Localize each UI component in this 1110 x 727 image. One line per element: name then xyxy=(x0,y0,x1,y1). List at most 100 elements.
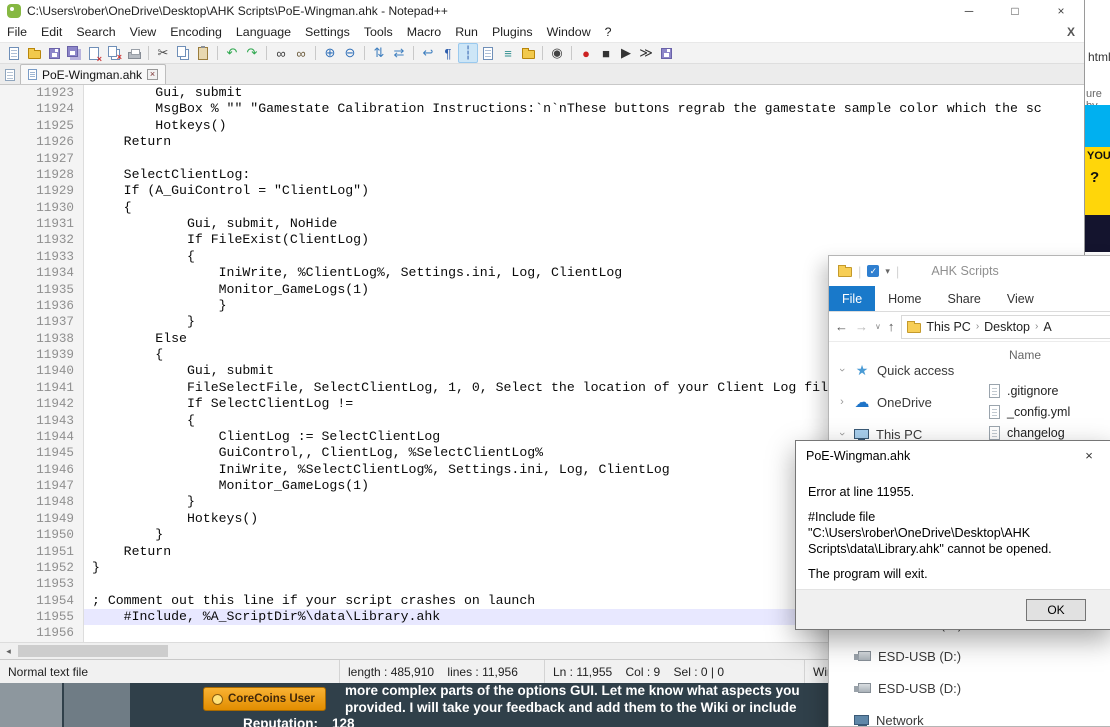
menu-item-edit[interactable]: Edit xyxy=(34,25,69,39)
show-all-characters-icon[interactable]: ¶ xyxy=(438,43,458,63)
reputation-value: 128 xyxy=(332,716,355,727)
menu-item-encoding[interactable]: Encoding xyxy=(163,25,229,39)
dialog-text-line: Scripts\data\Library.ahk" cannot be open… xyxy=(808,542,1052,556)
menu-item-tools[interactable]: Tools xyxy=(357,25,400,39)
sidebar-item-quick-access[interactable]: › ★ Quick access xyxy=(829,354,979,386)
sidebar-item-esd-usb-d-[interactable]: ESD-USB (D:) xyxy=(829,640,979,672)
run-macro-multiple-icon[interactable]: ≫ xyxy=(636,43,656,63)
minimize-button[interactable]: ─ xyxy=(946,0,992,22)
scroll-left-icon[interactable]: ◂ xyxy=(0,643,17,659)
forward-icon[interactable]: → xyxy=(855,319,868,334)
menu-item-window[interactable]: Window xyxy=(540,25,598,39)
file-row--gitignore[interactable]: .gitignore xyxy=(979,380,1110,401)
menu-item-macro[interactable]: Macro xyxy=(400,25,448,39)
scrollbar-thumb[interactable] xyxy=(18,645,168,657)
menu-item-search[interactable]: Search xyxy=(69,25,122,39)
new-file-icon[interactable] xyxy=(4,43,24,63)
breadcrumb-separator-icon: › xyxy=(1035,321,1039,332)
line-number: 11939 xyxy=(0,347,84,364)
sync-horizontal-icon[interactable]: ⇄ xyxy=(389,43,409,63)
ribbon-tab-view[interactable]: View xyxy=(994,286,1047,311)
record-macro-icon[interactable]: ● xyxy=(576,43,596,63)
quick-access-caret-icon[interactable]: ▾ xyxy=(885,266,890,277)
zoom-in-icon[interactable]: ⊕ xyxy=(320,43,340,63)
function-list-icon[interactable]: ≡ xyxy=(498,43,518,63)
file-name: .gitignore xyxy=(1007,383,1059,398)
usb-icon xyxy=(854,651,871,661)
menu-item-help[interactable]: ? xyxy=(598,25,619,39)
close-file-icon[interactable] xyxy=(84,43,104,64)
history-dropdown-icon[interactable]: ∨ xyxy=(875,322,881,331)
close-button[interactable]: × xyxy=(1038,0,1084,22)
print-icon[interactable] xyxy=(124,43,144,63)
close-all-icon[interactable] xyxy=(104,43,124,63)
dialog-title-bar[interactable]: PoE-Wingman.ahk × xyxy=(796,441,1110,471)
ribbon-tab-file[interactable]: File xyxy=(829,286,876,311)
ribbon-tab-home[interactable]: Home xyxy=(875,286,934,311)
column-header-name[interactable]: Name xyxy=(979,346,1110,364)
save-macro-icon[interactable] xyxy=(656,43,676,63)
open-file-icon[interactable] xyxy=(24,43,44,63)
stop-macro-icon[interactable]: ■ xyxy=(596,43,616,63)
error-dialog: PoE-Wingman.ahk × Error at line 11955. #I… xyxy=(795,440,1110,630)
menu-item-settings[interactable]: Settings xyxy=(298,25,357,39)
breadcrumb[interactable]: This PC › Desktop › A xyxy=(901,314,1110,339)
cut-icon[interactable]: ✂ xyxy=(153,43,173,63)
sync-vertical-icon[interactable]: ⇅ xyxy=(369,43,389,63)
file-name: _config.yml xyxy=(1007,404,1071,419)
code-text: If FileExist(ClientLog) xyxy=(92,232,369,248)
menu-item-plugins[interactable]: Plugins xyxy=(485,25,540,39)
doc-switcher-icon[interactable] xyxy=(5,69,15,81)
title-bar[interactable]: C:\Users\rober\OneDrive\Desktop\AHK Scri… xyxy=(0,0,1084,22)
monitoring-icon[interactable]: ◉ xyxy=(547,43,567,63)
chevron-right-icon[interactable]: › xyxy=(837,396,847,408)
ok-button[interactable]: OK xyxy=(1026,599,1086,621)
code-text: MsgBox % "" "Gamestate Calibration Instr… xyxy=(92,101,1042,117)
back-icon[interactable]: ← xyxy=(835,319,848,334)
tab-poe-wingman[interactable]: PoE-Wingman.ahk × xyxy=(20,64,167,84)
file-row--config-yml[interactable]: _config.yml xyxy=(979,401,1110,422)
close-document-icon[interactable]: X xyxy=(1067,25,1075,39)
dialog-title: PoE-Wingman.ahk xyxy=(806,449,911,463)
breadcrumb-part[interactable]: Desktop xyxy=(984,320,1030,334)
forum-image-thumbnail[interactable] xyxy=(64,683,130,727)
ribbon-tab-share[interactable]: Share xyxy=(935,286,994,311)
redo-icon[interactable]: ↷ xyxy=(242,43,262,63)
zoom-out-icon[interactable]: ⊖ xyxy=(340,43,360,63)
find-icon[interactable]: ∞ xyxy=(271,43,291,63)
separator: | xyxy=(895,263,900,279)
word-wrap-icon[interactable]: ↩ xyxy=(418,43,438,63)
sidebar-item-onedrive[interactable]: › ☁ OneDrive xyxy=(829,386,979,418)
menu-item-file[interactable]: File xyxy=(0,25,34,39)
copy-icon[interactable] xyxy=(173,43,193,63)
breadcrumb-part[interactable]: This PC xyxy=(926,320,970,334)
doc-map-icon[interactable] xyxy=(478,43,498,63)
breadcrumb-part[interactable]: A xyxy=(1043,320,1051,334)
sidebar-item-network[interactable]: Network xyxy=(829,704,979,726)
quick-access-check-icon[interactable]: ✓ xyxy=(867,265,880,277)
indent-guide-icon[interactable]: ┆ xyxy=(458,43,478,63)
undo-icon[interactable]: ↶ xyxy=(222,43,242,63)
replace-icon[interactable]: ∞ xyxy=(291,43,311,63)
corecoins-user-badge[interactable]: CoreCoins User xyxy=(203,687,326,711)
save-icon[interactable] xyxy=(44,43,64,63)
up-icon[interactable]: ↑ xyxy=(888,319,895,334)
menu-item-view[interactable]: View xyxy=(123,25,164,39)
line-number: 11954 xyxy=(0,592,84,609)
forum-image-thumbnail[interactable] xyxy=(0,683,62,727)
folder-as-workspace-icon[interactable] xyxy=(518,43,538,63)
chevron-down-icon[interactable]: › xyxy=(836,429,848,439)
save-all-icon[interactable] xyxy=(64,43,84,63)
play-macro-icon[interactable]: ▶ xyxy=(616,43,636,63)
maximize-button[interactable]: □ xyxy=(992,0,1038,22)
menu-item-run[interactable]: Run xyxy=(448,25,485,39)
menu-item-language[interactable]: Language xyxy=(229,25,298,39)
dialog-close-icon[interactable]: × xyxy=(1074,441,1104,470)
paste-icon[interactable] xyxy=(193,43,213,63)
chevron-down-icon[interactable]: › xyxy=(836,365,848,375)
sidebar-item-esd-usb-d-[interactable]: ESD-USB (D:) xyxy=(829,672,979,704)
code-line: 11924 MsgBox % "" "Gamestate Calibration… xyxy=(0,101,1084,118)
line-number: 11951 xyxy=(0,543,84,560)
tab-close-icon[interactable]: × xyxy=(147,69,159,80)
explorer-title-bar[interactable]: | ✓ ▾ | AHK Scripts xyxy=(829,256,1110,286)
